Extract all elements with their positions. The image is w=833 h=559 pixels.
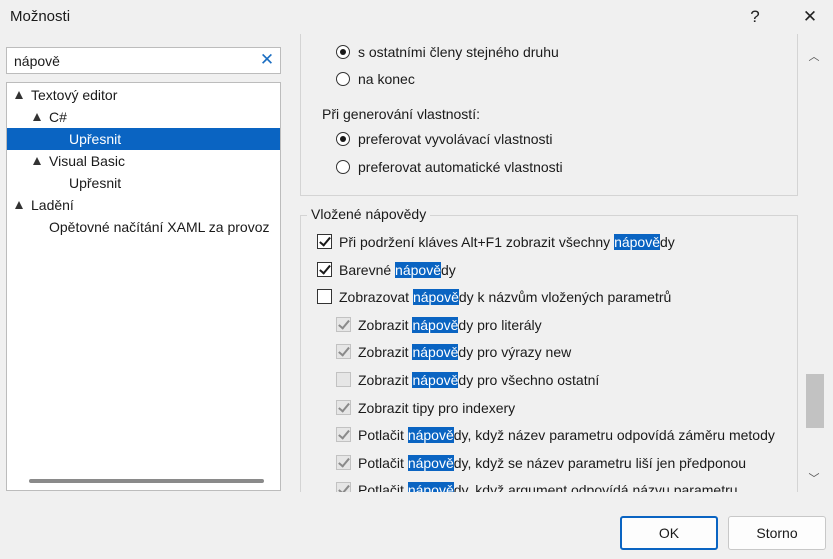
label-text: dy bbox=[440, 261, 456, 278]
checkbox[interactable] bbox=[336, 482, 351, 492]
tree-item-label: Upřesnit bbox=[69, 131, 122, 147]
properties-heading: Při generování vlastností: bbox=[322, 106, 480, 122]
checkbox-label: Zobrazovat nápovědy k názvům vložených p… bbox=[339, 286, 671, 308]
tree-item-label: Textový editor bbox=[31, 87, 118, 103]
label-text: dy, když argument odpovídá názvu paramet… bbox=[453, 482, 738, 492]
label-text: Zobrazovat bbox=[339, 289, 413, 306]
checkbox[interactable] bbox=[336, 427, 351, 443]
checkbox-label: Zobrazit tipy pro indexery bbox=[358, 397, 515, 419]
label-text: Barevné bbox=[339, 261, 396, 278]
search-match-highlight: nápově bbox=[395, 261, 441, 278]
label-text: dy k názvům vložených parametrů bbox=[458, 289, 672, 306]
tree-item[interactable]: Textový editor bbox=[7, 84, 280, 106]
search-input[interactable]: nápově bbox=[14, 53, 60, 69]
tree-item-label: Opětovné načítání XAML za provoz bbox=[49, 219, 270, 235]
search-match-highlight: nápově bbox=[407, 427, 454, 444]
label-text: Zobrazit bbox=[358, 344, 413, 361]
checkbox[interactable] bbox=[336, 316, 351, 332]
tree-horizontal-scrollbar[interactable] bbox=[29, 479, 264, 483]
checkbox[interactable] bbox=[336, 344, 351, 360]
expand-triangle-icon[interactable] bbox=[33, 157, 41, 165]
scrollbar-thumb[interactable] bbox=[806, 374, 824, 428]
expand-triangle-icon[interactable] bbox=[15, 91, 23, 99]
label-text: dy, když se název parametru liší jen pře… bbox=[453, 454, 747, 471]
checkbox-label: Potlačit nápovědy, když název parametru … bbox=[358, 424, 775, 446]
tree-item-label: Visual Basic bbox=[49, 153, 126, 169]
label-text: dy, když název parametru odpovídá záměru… bbox=[453, 427, 775, 444]
checkbox[interactable] bbox=[317, 289, 332, 305]
checkbox[interactable] bbox=[317, 234, 332, 249]
label-text: dy bbox=[660, 234, 675, 250]
radio-label: na konec bbox=[358, 71, 415, 87]
checkbox[interactable] bbox=[317, 261, 332, 277]
checkbox-label: Zobrazit nápovědy pro výrazy new bbox=[358, 341, 571, 363]
tree-item[interactable]: Visual Basic bbox=[7, 150, 280, 172]
label-text: Potlačit bbox=[358, 482, 408, 492]
label-text: dy pro všechno ostatní bbox=[458, 372, 600, 388]
checkbox[interactable] bbox=[336, 399, 351, 415]
scroll-down-icon[interactable]: ﹀ bbox=[808, 472, 820, 486]
radio-button[interactable] bbox=[336, 72, 350, 86]
tree-item-label: Ladění bbox=[31, 197, 74, 213]
radio-label: s ostatními členy stejného druhu bbox=[358, 44, 559, 60]
ok-button[interactable]: OK bbox=[620, 516, 718, 550]
search-match-highlight: nápově bbox=[412, 316, 459, 333]
cancel-button[interactable]: Storno bbox=[728, 516, 826, 550]
label-text: dy pro výrazy new bbox=[458, 344, 572, 361]
inline-hints-title: Vložené nápovědy bbox=[307, 206, 431, 222]
radio-label: preferovat vyvolávací vlastnosti bbox=[358, 131, 553, 147]
help-button[interactable]: ? bbox=[735, 4, 775, 30]
tree-item-label: Upřesnit bbox=[69, 175, 122, 191]
checkbox-label: Potlačit nápovědy, když se název paramet… bbox=[358, 452, 746, 474]
radio-button[interactable] bbox=[336, 132, 350, 146]
label-text: Zobrazit bbox=[358, 316, 413, 333]
search-match-highlight: nápově bbox=[412, 289, 459, 306]
checkbox-label: Barevné nápovědy bbox=[339, 259, 456, 281]
tree-item[interactable]: C# bbox=[7, 106, 280, 128]
radio-label: preferovat automatické vlastnosti bbox=[358, 159, 563, 175]
checkbox[interactable] bbox=[336, 454, 351, 470]
tree-item[interactable]: Ladění bbox=[7, 194, 280, 216]
checkbox-label: Zobrazit nápovědy pro všechno ostatní bbox=[358, 369, 599, 391]
title-bar: Možnosti ? ✕ bbox=[0, 0, 833, 34]
search-match-highlight: nápově bbox=[614, 234, 661, 250]
clear-search-icon[interactable]: ✕ bbox=[258, 50, 276, 70]
tree-item[interactable]: Opětovné načítání XAML za provoz bbox=[7, 216, 280, 238]
options-pane: s ostatními členy stejného druhu na kone… bbox=[300, 34, 800, 492]
window-title: Možnosti bbox=[10, 8, 71, 25]
tree-item[interactable]: Upřesnit bbox=[7, 128, 280, 150]
radio-button[interactable] bbox=[336, 160, 350, 174]
search-match-highlight: nápově bbox=[407, 482, 454, 492]
scroll-up-icon[interactable]: ︿ bbox=[808, 50, 820, 64]
label-text: Při podržení kláves Alt+F1 zobrazit všec… bbox=[339, 234, 615, 250]
search-match-highlight: nápově bbox=[412, 372, 459, 388]
expand-triangle-icon[interactable] bbox=[33, 113, 41, 121]
label-text: Potlačit bbox=[358, 454, 408, 471]
checkbox-label: Zobrazit nápovědy pro literály bbox=[358, 314, 542, 336]
search-match-highlight: nápově bbox=[407, 454, 454, 471]
tree-item[interactable]: Upřesnit bbox=[7, 172, 280, 194]
label-text: Potlačit bbox=[358, 427, 408, 444]
search-match-highlight: nápově bbox=[412, 344, 459, 361]
radio-button[interactable] bbox=[336, 45, 350, 59]
label-text: dy pro literály bbox=[458, 316, 542, 333]
checkbox-label: Při podržení kláves Alt+F1 zobrazit všec… bbox=[339, 231, 675, 253]
expand-triangle-icon[interactable] bbox=[15, 201, 23, 209]
checkbox-label: Potlačit nápovědy, když argument odpovíd… bbox=[358, 479, 738, 492]
tree-item-label: C# bbox=[49, 109, 67, 125]
label-text: Zobrazit bbox=[358, 372, 413, 388]
options-tree: Textový editor C# Upřesnit Visual Basic Upře… bbox=[6, 82, 281, 491]
close-button[interactable]: ✕ bbox=[790, 4, 830, 30]
search-box[interactable]: nápově ✕ bbox=[6, 47, 281, 74]
label-text: Zobrazit tipy pro indexery bbox=[358, 399, 516, 416]
options-vertical-scrollbar[interactable]: ︿ ﹀ bbox=[804, 40, 824, 492]
checkbox[interactable] bbox=[336, 372, 351, 387]
